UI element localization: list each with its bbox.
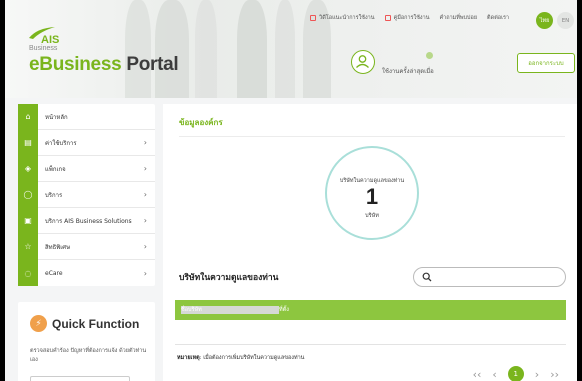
service-icon: ◯ bbox=[18, 181, 38, 208]
pager-current-page[interactable]: 1 bbox=[507, 366, 524, 381]
sidebar-item-label: บริการ AIS Business Solutions bbox=[45, 217, 132, 225]
lang-th-button[interactable]: ไทย bbox=[536, 12, 553, 29]
star-icon: ☆ bbox=[18, 233, 38, 260]
column-header-company[interactable]: ชื่อบริษัท bbox=[181, 306, 279, 314]
sidebar-item-home[interactable]: ⌂ หน้าหลัก bbox=[18, 103, 155, 130]
sidebar-item-label: แพ็กเกจ bbox=[45, 165, 66, 173]
pager-next-button[interactable]: › bbox=[535, 368, 539, 381]
portal-title-portal: Portal bbox=[126, 54, 179, 75]
header: AIS Business eBusiness Portal วิดีโอแนะน… bbox=[5, 0, 577, 98]
user-avatar-icon[interactable] bbox=[351, 50, 375, 74]
table-header: ชื่อบริษัท ที่ตั้ง bbox=[175, 300, 566, 320]
app-frame: AIS Business eBusiness Portal วิดีโอแนะน… bbox=[5, 0, 577, 381]
top-link-video-label: วิดีโอแนะนำการใช้งาน bbox=[319, 15, 375, 21]
sidebar-item-ecare[interactable]: ◌ eCare › bbox=[18, 260, 155, 286]
divider bbox=[179, 136, 565, 137]
chevron-right-icon: › bbox=[143, 216, 147, 225]
top-link-contact[interactable]: ติดต่อเรา bbox=[487, 14, 509, 22]
company-count-value: 1 bbox=[365, 184, 379, 209]
company-count-circle: บริษัทในความดูแลของท่าน 1 บริษัท bbox=[325, 146, 419, 240]
sidebar-item-label: สิทธิพิเศษ bbox=[45, 243, 71, 251]
person-icon bbox=[356, 55, 369, 68]
ecare-icon: ◌ bbox=[18, 260, 38, 286]
header-background-figure bbox=[125, 0, 151, 98]
chevron-right-icon: › bbox=[143, 242, 147, 251]
header-background-figure bbox=[155, 0, 189, 98]
quick-function-description: ตรวจสอบคำร้อง ปัญหาที่ต้องการแจ้ง ด้วยตั… bbox=[30, 348, 147, 363]
sidebar-item-business-solutions[interactable]: ▣ บริการ AIS Business Solutions › bbox=[18, 207, 155, 234]
top-link-faq[interactable]: คำถามที่พบบ่อย bbox=[439, 14, 477, 22]
pagination: ‹‹ ‹ 1 › ›› bbox=[473, 366, 559, 381]
page-title: ข้อมูลองค์กร bbox=[179, 118, 223, 127]
section-title: บริษัทในความดูแลของท่าน bbox=[179, 273, 279, 283]
top-link-faq-label: คำถามที่พบบ่อย bbox=[439, 15, 478, 21]
portal-title-ebusiness: eBusiness bbox=[29, 54, 122, 75]
top-link-contact-label: ติดต่อเรา bbox=[487, 15, 509, 21]
note-text: หมายเหตุ: เมื่อต้องการเพิ่มบริษัทในความด… bbox=[177, 354, 304, 362]
logout-button[interactable]: ออกจากระบบ bbox=[517, 53, 575, 73]
sidebar-item-privileges[interactable]: ☆ สิทธิพิเศษ › bbox=[18, 233, 155, 260]
chevron-right-icon: › bbox=[143, 268, 147, 278]
sidebar-item-label: eCare bbox=[45, 269, 63, 277]
pager-prev-button[interactable]: ‹ bbox=[492, 368, 496, 381]
lang-en-button[interactable]: EN bbox=[557, 12, 574, 29]
quick-function-panel: ⚡ Quick Function ตรวจสอบคำร้อง ปัญหาที่ต… bbox=[18, 302, 155, 381]
quick-function-icon: ⚡ bbox=[30, 315, 47, 332]
pager-first-button[interactable]: ‹‹ bbox=[473, 368, 482, 381]
top-link-manual-label: คู่มือการใช้งาน bbox=[393, 15, 430, 21]
table-divider bbox=[175, 344, 566, 345]
chevron-right-icon: › bbox=[143, 190, 147, 199]
book-icon bbox=[384, 15, 391, 21]
sidebar-item-label: ค่าใช้บริการ bbox=[45, 139, 77, 147]
note-body: : เมื่อต้องการเพิ่มบริษัทในความดูแลของท่… bbox=[199, 355, 305, 361]
header-background-figure bbox=[195, 0, 217, 98]
sidebar-item-billing[interactable]: ▤ ค่าใช้บริการ › bbox=[18, 129, 155, 156]
package-icon: ◈ bbox=[18, 155, 38, 182]
top-links: วิดีโอแนะนำการใช้งาน คู่มือการใช้งาน คำถ… bbox=[310, 14, 509, 22]
video-icon bbox=[310, 15, 317, 21]
briefcase-icon: ▣ bbox=[18, 207, 38, 234]
sidebar-item-service[interactable]: ◯ บริการ › bbox=[18, 181, 155, 208]
last-login-label: ใช้งานครั้งล่าสุดเมื่อ bbox=[382, 68, 434, 75]
header-background-figure bbox=[275, 0, 295, 98]
note-bold: หมายเหตุ bbox=[177, 355, 200, 361]
company-count-unit: บริษัท bbox=[365, 213, 379, 219]
sidebar-item-package[interactable]: ◈ แพ็กเกจ › bbox=[18, 155, 155, 182]
top-link-video[interactable]: วิดีโอแนะนำการใช้งาน bbox=[310, 14, 375, 22]
sidebar-menu: ⌂ หน้าหลัก ▤ ค่าใช้บริการ › ◈ แพ็กเกจ › … bbox=[18, 103, 155, 286]
quick-function-title: Quick Function bbox=[52, 317, 140, 331]
logo-subtext: Business bbox=[29, 45, 58, 52]
chevron-right-icon: › bbox=[143, 138, 147, 147]
sidebar-item-label: หน้าหลัก bbox=[45, 113, 68, 121]
top-link-manual[interactable]: คู่มือการใช้งาน bbox=[384, 14, 430, 22]
pager-last-button[interactable]: ›› bbox=[550, 368, 559, 381]
sidebar-item-label: บริการ bbox=[45, 191, 63, 199]
chevron-right-icon: › bbox=[143, 164, 147, 173]
quick-function-input[interactable] bbox=[30, 376, 130, 381]
search-icon bbox=[422, 272, 432, 282]
header-background-figure bbox=[237, 0, 267, 98]
main-content: ข้อมูลองค์กร บริษัทในความดูแลของท่าน 1 บ… bbox=[163, 104, 577, 381]
search-input[interactable] bbox=[413, 267, 566, 287]
status-dot-icon bbox=[426, 52, 433, 59]
portal-title[interactable]: eBusiness Portal bbox=[29, 54, 179, 76]
bill-icon: ▤ bbox=[18, 129, 38, 156]
home-icon: ⌂ bbox=[18, 103, 38, 130]
column-header-location[interactable]: ที่ตั้ง bbox=[279, 306, 289, 314]
